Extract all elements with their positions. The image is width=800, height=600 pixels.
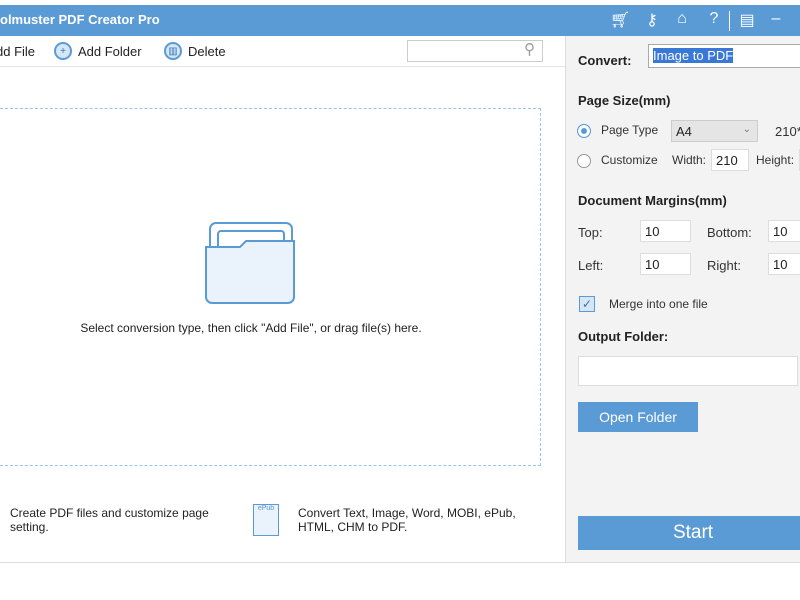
output-folder-title: Output Folder: — [578, 329, 669, 344]
feature-text: Create PDF files and customize page sett… — [10, 506, 209, 534]
page-type-label: Page Type — [601, 123, 659, 137]
add-file-button[interactable]: dd File — [0, 44, 35, 59]
drop-zone[interactable]: Select conversion type, then click "Add … — [0, 108, 541, 466]
convert-select[interactable]: Image to PDF — [648, 44, 800, 68]
start-button[interactable]: Start — [578, 516, 800, 550]
top-label: Top: — [578, 225, 603, 240]
page-type-radio[interactable] — [577, 124, 591, 138]
merge-checkbox[interactable]: ✓ — [579, 296, 595, 312]
convert-label: Convert: — [578, 53, 632, 68]
top-value: 10 — [645, 224, 660, 239]
open-folder-button[interactable]: Open Folder — [578, 402, 698, 432]
divider — [0, 66, 565, 67]
page-size-title: Page Size(mm) — [578, 93, 671, 108]
epub-icon-label: ePub — [257, 505, 275, 512]
left-label: Left: — [578, 258, 604, 273]
left-value: 10 — [645, 257, 660, 272]
margins-title: Document Margins(mm) — [578, 193, 727, 208]
settings-panel: Convert: Image to PDF Page Size(mm) Page… — [565, 36, 800, 564]
right-label: Right: — [707, 258, 741, 273]
output-folder-input[interactable] — [578, 356, 798, 386]
chevron-down-icon: ⌄ — [742, 124, 751, 135]
divider — [729, 11, 730, 31]
page-type-select[interactable]: A4 ⌄ — [671, 120, 758, 142]
cart-icon[interactable]: 🛒︎ — [610, 10, 630, 30]
trash-icon: ▥ — [164, 42, 182, 60]
bottom-input[interactable]: 10 — [768, 220, 800, 242]
search-input[interactable] — [407, 40, 543, 62]
right-input[interactable]: 10 — [768, 253, 800, 275]
add-folder-label: Add Folder — [78, 43, 142, 59]
help-icon[interactable]: ? — [704, 10, 724, 28]
right-value: 10 — [773, 257, 788, 272]
bottom-label: Bottom: — [707, 225, 752, 240]
delete-label: Delete — [188, 43, 226, 59]
convert-value: Image to PDF — [653, 48, 734, 63]
feature-text: Convert Text, Image, Word, MOBI, ePub, H… — [298, 506, 516, 534]
app-title: olmuster PDF Creator Pro — [0, 12, 160, 27]
add-folder-button[interactable]: + Add Folder — [54, 42, 142, 60]
search-icon[interactable]: ⚲ — [524, 40, 535, 58]
key-icon[interactable]: ⚷ — [642, 10, 662, 30]
width-label: Width: — [672, 153, 707, 167]
delete-button[interactable]: ▥ Delete — [164, 42, 226, 60]
customize-radio[interactable] — [577, 154, 591, 168]
open-folder-label: Open Folder — [599, 409, 677, 425]
drop-hint: Select conversion type, then click "Add … — [80, 321, 422, 335]
bottom-value: 10 — [773, 224, 788, 239]
top-input[interactable]: 10 — [640, 220, 691, 242]
minimize-icon[interactable]: – — [766, 10, 786, 28]
status-bar — [0, 562, 800, 600]
feedback-icon[interactable]: ▤ — [737, 10, 757, 30]
add-folder-icon: + — [54, 42, 72, 60]
page-type-value: A4 — [676, 124, 692, 139]
width-value: 210 — [716, 153, 738, 168]
epub-icon: ePub — [253, 504, 279, 536]
height-label: Height: — [756, 153, 795, 167]
start-label: Start — [672, 522, 714, 543]
width-input[interactable]: 210 — [711, 149, 749, 171]
page-dims: 210* — [775, 124, 800, 139]
left-input[interactable]: 10 — [640, 253, 691, 275]
merge-label: Merge into one file — [609, 297, 708, 311]
customize-label: Customize — [601, 153, 658, 167]
folder-icon — [205, 222, 295, 304]
home-icon[interactable]: ⌂ — [672, 10, 692, 28]
add-file-label: dd File — [0, 44, 36, 59]
title-bar: olmuster PDF Creator Pro 🛒︎ ⚷ ⌂ ? ▤ – — [0, 5, 800, 36]
